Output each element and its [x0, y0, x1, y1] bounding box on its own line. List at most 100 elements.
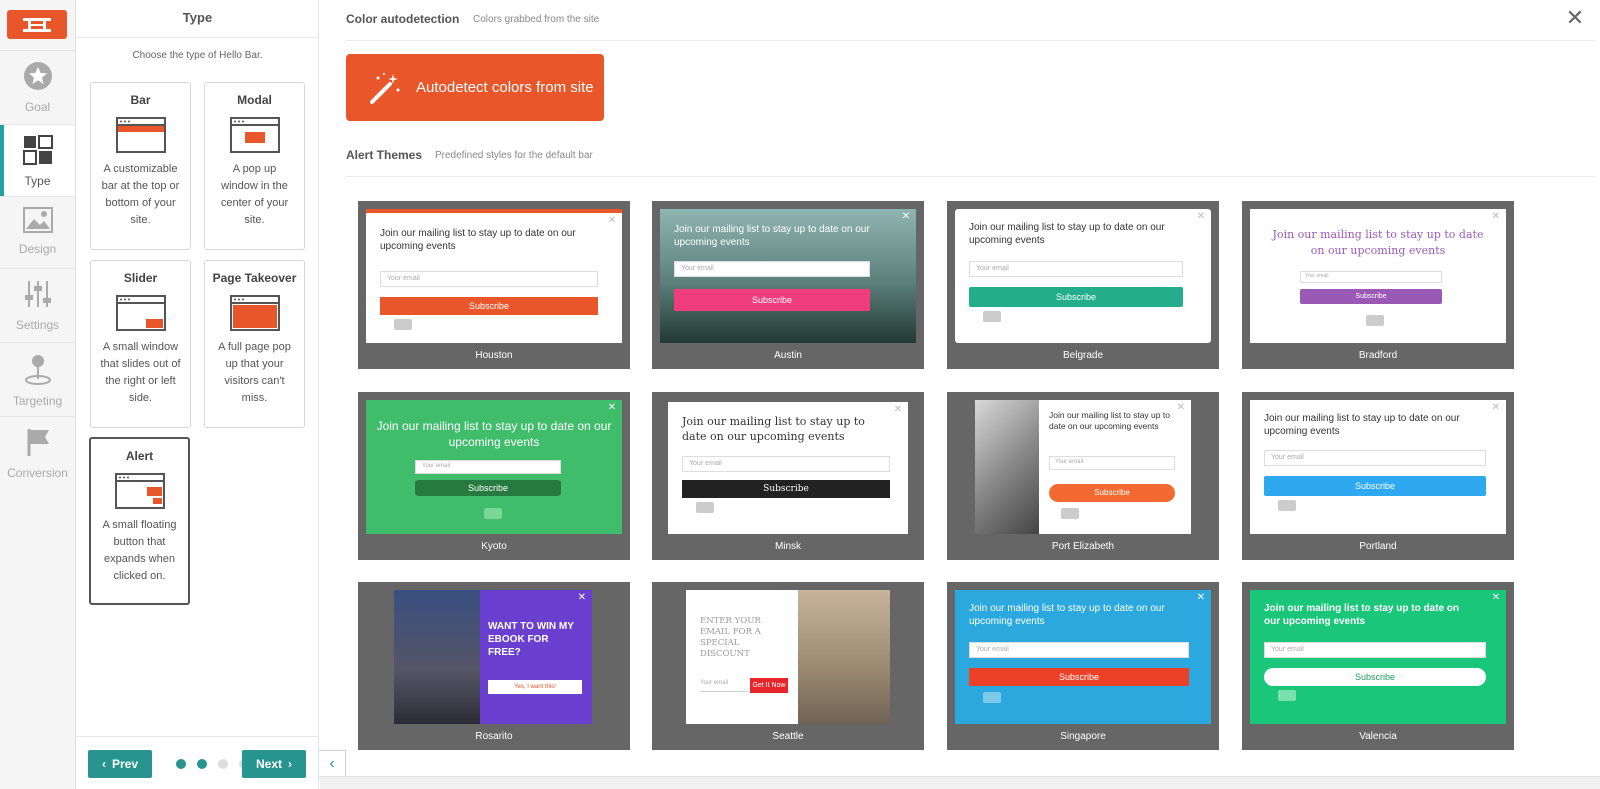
theme-minsk[interactable]: ✕ Join our mailing list to stay up to da… — [652, 392, 924, 560]
theme-rosarito[interactable]: ✕ WANT TO WIN MY EBOOK FOR FREE? Yes, I … — [358, 582, 630, 750]
theme-kyoto[interactable]: ✕ Join our mailing list to stay up to da… — [358, 392, 630, 560]
preview-email-input: Your email — [682, 456, 890, 472]
preview-headline: ENTER YOUR EMAIL FOR A SPECIAL DISCOUNT — [700, 616, 761, 659]
preview-email-input: Your email — [380, 271, 598, 287]
theme-preview: ✕ WANT TO WIN MY EBOOK FOR FREE? Yes, I … — [394, 590, 592, 724]
preview-email-input: Your email — [1264, 450, 1486, 466]
slider-type-icon — [115, 295, 166, 331]
preview-headline: Join our mailing list to stay up to date… — [969, 222, 1165, 246]
preview-headline: Join our mailing list to stay up to date… — [1049, 410, 1170, 431]
nav-item-conversion[interactable]: Conversion — [0, 416, 75, 488]
preview-headline: Join our mailing list to stay up to date… — [1272, 228, 1484, 257]
close-icon: ✕ — [1491, 592, 1500, 603]
image-icon — [22, 207, 53, 236]
alert-type-icon — [114, 473, 165, 509]
type-card-bar[interactable]: Bar A customizable bar at the top or bot… — [90, 82, 191, 250]
preview-email-input: Your email — [1049, 456, 1175, 470]
preview-headline: Join our mailing list to stay up to date… — [380, 228, 576, 252]
couple-photo — [975, 400, 1039, 534]
type-desc: A customizable bar at the top or bottom … — [101, 163, 180, 226]
autodetect-colors-button[interactable]: Autodetect colors from site — [346, 54, 604, 121]
theme-port-elizabeth[interactable]: ✕ Join our mailing list to stay up to da… — [947, 392, 1219, 560]
nav-label-design: Design — [18, 242, 57, 256]
sliders-icon — [23, 279, 53, 312]
hellobar-logo[interactable] — [7, 10, 67, 39]
nav-item-goal[interactable]: Goal — [0, 50, 75, 122]
step-dot[interactable] — [218, 759, 228, 769]
theme-singapore[interactable]: ✕ Join our mailing list to stay up to da… — [947, 582, 1219, 750]
nav-rail: Goal Type Design Settings Targeting Conv… — [0, 0, 76, 789]
theme-portland[interactable]: ✕ Join our mailing list to stay up to da… — [1242, 392, 1514, 560]
close-icon: ✕ — [1491, 211, 1500, 222]
nav-item-targeting[interactable]: Targeting — [0, 342, 75, 414]
preview-email-input: Your email — [969, 261, 1183, 277]
theme-valencia[interactable]: ✕ Join our mailing list to stay up to da… — [1242, 582, 1514, 750]
horizontal-scrollbar[interactable] — [320, 776, 1600, 789]
preview-email-input: Your email — [969, 642, 1189, 658]
chevron-left-icon: ‹ — [101, 757, 106, 771]
theme-preview: ✕ Join our mailing list to stay up to da… — [975, 400, 1191, 534]
close-icon: ✕ — [607, 402, 616, 413]
theme-belgrade[interactable]: ✕ Join our mailing list to stay up to da… — [947, 201, 1219, 369]
nav-label-targeting: Targeting — [12, 394, 63, 408]
preview-headline: Join our mailing list to stay up to date… — [376, 419, 612, 449]
divider — [346, 176, 1596, 177]
close-icon: ✕ — [901, 211, 910, 222]
theme-preview: ✕ Join our mailing list to stay up to da… — [668, 402, 908, 534]
type-name: Bar — [130, 93, 151, 107]
nav-label-conversion: Conversion — [7, 466, 68, 480]
prev-label: Prev — [111, 757, 139, 771]
modal-type-icon — [229, 117, 280, 153]
theme-austin[interactable]: ✕ Join our mailing list to stay up to da… — [652, 201, 924, 369]
type-panel: Type Choose the type of Hello Bar. Bar A… — [76, 0, 319, 789]
hellobar-logo-icon — [983, 692, 1001, 703]
preview-headline: Join our mailing list to stay up to date… — [1264, 413, 1460, 437]
prev-button[interactable]: ‹ Prev — [88, 750, 152, 778]
close-icon[interactable]: ✕ — [1564, 7, 1586, 30]
autodetect-label: Autodetect colors from site — [416, 79, 594, 96]
theme-preview: ✕ Join our mailing list to stay up to da… — [366, 400, 622, 534]
type-card-takeover[interactable]: Page Takeover A full page pop up that yo… — [204, 260, 305, 428]
themes-section-title: Alert Themes — [346, 148, 423, 162]
preview-subscribe-button: Subscribe — [682, 480, 890, 498]
close-icon: ✕ — [1176, 402, 1185, 413]
nav-label-settings: Settings — [15, 318, 60, 332]
type-name: Modal — [237, 93, 272, 107]
pin-icon — [23, 353, 53, 388]
theme-name: Austin — [774, 350, 802, 361]
chevron-right-icon: › — [288, 757, 292, 771]
step-dot[interactable] — [176, 759, 186, 769]
hellobar-logo-icon — [983, 311, 1001, 322]
type-card-modal[interactable]: Modal A pop up window in the center of y… — [204, 82, 305, 250]
type-card-slider[interactable]: Slider A small window that slides out of… — [90, 260, 191, 428]
preview-subscribe-button: Subscribe — [674, 289, 870, 311]
type-desc: A small floating button that expands whe… — [102, 519, 177, 582]
theme-preview: ✕ Join our mailing list to stay up to da… — [1250, 590, 1506, 724]
close-icon: ✕ — [577, 592, 586, 603]
theme-name: Singapore — [1060, 731, 1106, 742]
close-icon: ✕ — [1196, 211, 1205, 222]
preview-email-input: Your email — [674, 261, 870, 277]
preview-subscribe-button: Subscribe — [415, 480, 561, 496]
nav-item-settings[interactable]: Settings — [0, 268, 75, 340]
hellobar-logo-icon — [1366, 315, 1384, 326]
preview-headline: Join our mailing list to stay up to date… — [1264, 603, 1460, 627]
preview-email-input: Your email — [1300, 271, 1442, 283]
theme-bradford[interactable]: ✕ Join our mailing list to stay up to da… — [1242, 201, 1514, 369]
next-button[interactable]: Next › — [242, 750, 306, 778]
preview-email-input: Your email — [700, 678, 748, 692]
preview-submit-button: Yes, I want this! — [488, 680, 582, 694]
theme-preview: ✕ Join our mailing list to stay up to da… — [1250, 400, 1506, 534]
theme-seattle[interactable]: ENTER YOUR EMAIL FOR A SPECIAL DISCOUNT … — [652, 582, 924, 750]
nav-item-type[interactable]: Type — [0, 124, 75, 196]
theme-houston[interactable]: ✕ Join our mailing list to stay up to da… — [358, 201, 630, 369]
theme-name: Kyoto — [481, 541, 507, 552]
nav-item-design[interactable]: Design — [0, 196, 75, 268]
type-card-alert[interactable]: Alert A small floating button that expan… — [89, 437, 190, 605]
step-dot[interactable] — [197, 759, 207, 769]
hellobar-logo-icon — [484, 508, 502, 519]
close-icon: ✕ — [607, 215, 616, 226]
preview-subscribe-button: Subscribe — [1264, 476, 1486, 496]
theme-preview: ✕ Join our mailing list to stay up to da… — [660, 209, 916, 343]
preview-headline: Join our mailing list to stay up to date… — [674, 224, 870, 248]
